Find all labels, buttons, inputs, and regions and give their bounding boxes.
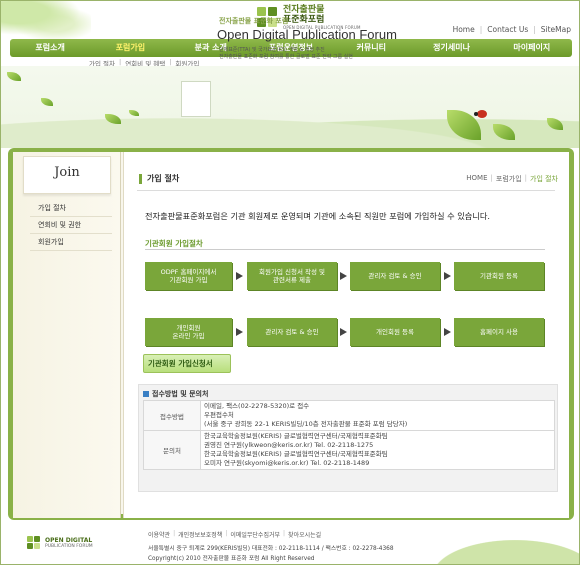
contact-us-link[interactable]: Contact Us [487,25,528,34]
section-title-org-join: 기관회원 가입절차 [145,239,203,248]
sitemap-link[interactable]: SiteMap [541,25,571,34]
contact-line: 한국교육학술정보원(KERIS) 글로벌협력연구센터/국제협력표준화팀 [204,432,388,440]
row-header: 문의처 [143,430,201,470]
leaf-decoration [41,98,53,106]
sidebar-item-fees[interactable]: 연회비 및 권한 [30,217,112,234]
flow-step-label: 홈페이지 사용 [480,328,518,336]
flow-step: 개인회원 온라인 가입 [145,318,232,346]
footer-links: 이용약관 | 개인정보보호정책 | 이메일무단수집거부 | 찾아오시는길 [148,530,321,539]
page-title: 가입 절차 [147,174,180,183]
contact-table: 접수방법 이메일, 팩스(02-2278-5320)로 접수 우편접수처 (서울… [143,400,555,470]
flow-step-label: 회원가입 신청서 작성 및 관련서류 제출 [259,268,325,284]
breadcrumb-join[interactable]: 포럼가입 [496,174,522,184]
arrow-right-icon [340,272,347,280]
divider: | [283,530,286,537]
contact-line: (서울 중구 광희동 22-1 KERIS빌딩/10층 전자출판물 표준화 포럼… [204,420,408,428]
nav-item-seminar[interactable]: 정기세미나 [411,39,491,57]
row-content: 한국교육학술정보원(KERIS) 글로벌협력연구센터/국제협력표준화팀 권영진 … [200,430,555,470]
divider: | [225,530,228,537]
flow-step: 개인회원 등록 [350,318,440,346]
flow-step: 홈페이지 사용 [454,318,544,346]
flow-step-label: 개인회원 등록 [376,328,414,336]
divider: | [173,530,176,537]
page-heading: 가입 절차 [139,173,179,184]
bullet-icon [143,391,149,397]
contact-line: 오미자 연구원(skyomi@keris.or.kr) Tel. 02-2118… [204,459,370,467]
logo-title-line1: 전자출판물 [283,5,325,15]
flow-step: 관리자 검토 & 승인 [247,318,337,346]
flow-step-label: 개인회원 온라인 가입 [172,324,205,340]
section-divider [145,249,545,250]
top-links: Home | Contact Us | SiteMap [453,25,571,34]
footer-link-terms[interactable]: 이용약관 [148,530,170,539]
arrow-right-icon [236,328,243,336]
flow-step: 기관회원 등록 [454,262,544,290]
breadcrumb: HOME | 포럼가입 | 가입 절차 [466,174,558,184]
contact-heading: 접수방법 및 문의처 [143,389,208,399]
banner-book-graphic [181,81,211,117]
arrow-right-icon [444,272,451,280]
flow-step: 회원가입 신청서 작성 및 관련서류 제출 [247,262,337,290]
arrow-right-icon [340,328,347,336]
footer-copyright: Copyright(c) 2010 전자출판물 표준화 포럼 All Right… [148,556,315,562]
row-header: 접수방법 [143,400,201,431]
contact-line: 우편접수처 [204,411,234,419]
footer: OPEN DIGITAL PUBLICATION FORUM 이용약관 | 개인… [1,522,579,564]
title-divider [137,190,555,191]
contact-title: 접수방법 및 문의처 [152,390,209,398]
breadcrumb-home[interactable]: HOME [466,174,487,184]
banner-desc-1: 단체표준(TTA) 및 국가표준(KS) 개발 & 제정 추진 [219,47,325,53]
contact-line: 권영진 연구원(ylkweon@keris.or.kr) Tel. 02-211… [204,441,374,449]
footer-logo-line1: OPEN DIGITAL [45,537,93,544]
hills-decoration [419,534,579,564]
footer-address: 서울특별시 중구 퇴계로 299(KERIS빌딩) 대표전화 : 02-2118… [148,546,394,552]
sidebar-item-signup[interactable]: 회원가입 [30,234,112,251]
arrow-right-icon [236,272,243,280]
table-row: 접수방법 이메일, 팩스(02-2278-5320)로 접수 우편접수처 (서울… [143,400,555,431]
flow-step: 관리자 검토 & 승인 [350,262,440,290]
footer-link-no-email[interactable]: 이메일무단수집거부 [230,530,280,539]
row-content: 이메일, 팩스(02-2278-5320)로 접수 우편접수처 (서울 중구 광… [200,400,555,431]
divider: | [524,174,527,182]
intro-text: 전자출판물표준화포럼은 기관 회원제로 운영되며 기관에 소속된 직원만 포럼에… [145,211,490,221]
breadcrumb-current: 가입 절차 [530,175,558,183]
contact-line: 이메일, 팩스(02-2278-5320)로 접수 [204,402,310,410]
banner-title: Open Digital Publication Forum [217,27,397,42]
flow-step-label: 관리자 검토 & 승인 [368,272,422,280]
hero-banner [1,66,579,148]
flow-step-label: 기관회원 등록 [480,272,518,280]
nav-item-forum-join[interactable]: 포럼가입 [90,39,170,57]
divider: | [490,174,493,182]
ladybug-icon [474,110,487,118]
nav-item-mypage[interactable]: 마이페이지 [492,39,572,57]
join-tag: Join [23,156,111,194]
home-link[interactable]: Home [453,25,475,34]
sidebar-item-join-process[interactable]: 가입 절차 [30,200,112,217]
flow-step-label: ODPF 홈페이지에서 기관회원 가입 [160,268,217,284]
footer-logo-line2: PUBLICATION FORUM [45,544,93,549]
org-application-download-button[interactable]: 기관회원 가입신청서 [143,354,231,373]
logo-title-line2: 표준화포럼 [283,15,325,25]
flow-step: ODPF 홈페이지에서 기관회원 가입 [145,262,232,290]
table-row: 문의처 한국교육학술정보원(KERIS) 글로벌협력연구센터/국제협력표준화팀 … [143,430,555,470]
contact-line: 한국교육학술정보원(KERIS) 글로벌협력연구센터/국제협력표준화팀 [204,450,388,458]
join-title: Join [54,165,80,180]
arrow-right-icon [444,328,451,336]
title-bar-icon [139,173,142,184]
divider: | [533,25,536,34]
footer-logo: OPEN DIGITAL PUBLICATION FORUM [27,536,93,550]
leaves-decoration [1,1,91,39]
banner-kr-title: 전자출판물 표준화 포럼 [219,17,289,25]
nav-item-forum-intro[interactable]: 포럼소개 [10,39,90,57]
divider: | [479,25,483,34]
footer-link-privacy[interactable]: 개인정보보호정책 [178,530,222,539]
logo-mark-icon [27,536,41,550]
footer-link-directions[interactable]: 찾아오시는길 [288,530,321,539]
sidebar-menu: 가입 절차 연회비 및 권한 회원가입 [30,200,112,251]
banner-desc-2: 전자출판물 표준화 포럼 참여를 통한 글로벌 표준 전략 그룹 실현 [219,54,353,60]
flow-step-label: 관리자 검토 & 승인 [265,328,319,336]
leaf-decoration [7,72,21,81]
